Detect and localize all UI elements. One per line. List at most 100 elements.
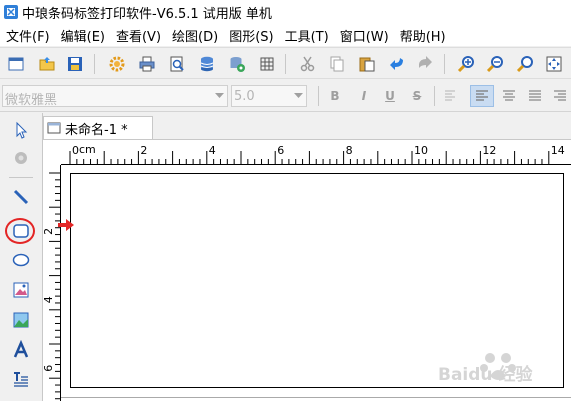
toolbar-divider [318,86,319,106]
printer-icon [139,56,155,72]
menu-window[interactable]: 窗口(W) [334,26,394,45]
print-preview-icon [170,56,184,72]
app-logo-icon [4,5,18,19]
menu-tools[interactable]: 工具(T) [279,26,334,45]
rich-text-icon [14,372,28,387]
print-button[interactable] [136,53,158,75]
undo-icon [390,58,403,70]
align-justify-icon [529,90,541,101]
horizontal-ruler-scale: 0 2 4 6 8 10 12 14 [61,144,571,165]
zoom-out-button[interactable] [484,53,506,75]
ruler-corner [43,143,61,165]
text-a-icon [13,340,29,358]
menu-shape[interactable]: 图形(S) [223,26,278,45]
line-tool[interactable] [9,185,33,209]
grid-icon [260,57,274,71]
underline-button[interactable]: U [381,87,399,105]
text-direction-button[interactable] [441,87,459,105]
menu-file[interactable]: 文件(F) [0,26,55,45]
text-tool[interactable] [9,338,33,362]
ruler-label: 4 [43,296,55,303]
font-family-select[interactable]: 微软雅黑 [2,85,228,108]
pointer-icon [16,121,28,139]
red-arrow-icon [58,219,74,231]
rich-text-tool[interactable] [9,367,33,391]
ruler-label: 6 [43,365,55,372]
fit-page-button[interactable] [543,53,565,75]
database-button[interactable] [196,53,218,75]
ruler-label: 6 [277,144,284,157]
ellipse-icon [12,253,30,267]
cut-button[interactable] [297,53,319,75]
align-right-button[interactable] [551,87,569,105]
zoom-in-button[interactable] [455,53,477,75]
tool-palette [0,113,42,401]
ruler-label: 14 [551,144,565,157]
text-direction-icon [445,90,455,101]
zoom-out-icon [486,56,503,73]
tab-document[interactable]: 未命名-1 * [43,116,153,139]
ruler-label: 4 [209,144,216,157]
font-family-value: 微软雅黑 [5,93,58,108]
data-settings-button[interactable] [226,53,248,75]
open-button[interactable] [36,53,58,75]
tab-document-label: 未命名-1 * [65,122,128,138]
scissors-icon [300,56,315,72]
ruler-label: 0 [72,144,79,157]
align-justify-button[interactable] [526,87,544,105]
font-size-select[interactable]: 5.0 [231,85,307,107]
save-button[interactable] [64,53,86,75]
strikethrough-button[interactable]: S [408,87,426,105]
grid-button[interactable] [256,53,278,75]
gear-icon [109,56,125,72]
zoom-in-icon [457,56,474,73]
new-document-button[interactable] [5,53,27,75]
vertical-ruler-scale: 2 4 6 [42,165,61,401]
ruler-label: 8 [346,144,353,157]
ruler-unit: cm [79,143,96,156]
align-left-button[interactable] [470,85,494,107]
ruler-label: 10 [414,144,428,157]
menu-edit[interactable]: 编辑(E) [55,26,110,45]
menu-view[interactable]: 查看(V) [110,26,166,45]
app-window: 中琅条码标签打印软件-V6.5.1 试用版 单机 文件(F) 编辑(E) 查看(… [0,0,571,401]
chevron-down-icon[interactable] [211,86,227,106]
toolbar-divider [444,54,445,74]
menu-help[interactable]: 帮助(H) [394,26,451,45]
copy-button[interactable] [326,53,348,75]
copy-icon [330,56,344,72]
image-tool[interactable] [9,278,33,302]
menu-draw[interactable]: 绘图(D) [166,26,223,45]
chevron-down-icon[interactable] [290,86,306,106]
database-gear-icon [230,57,245,72]
main-toolbar [0,47,571,79]
document-window-icon [47,122,61,134]
select-tool[interactable] [9,118,33,142]
ellipse-tool[interactable] [9,248,33,272]
paste-icon [359,57,375,72]
settings-button[interactable] [106,53,128,75]
horizontal-ruler: 0 2 4 6 8 10 12 14 cm [61,143,571,165]
title-bar: 中琅条码标签打印软件-V6.5.1 试用版 单机 [0,0,571,24]
paste-button[interactable] [356,53,378,75]
landscape-icon [13,312,29,328]
italic-button[interactable]: I [355,87,373,105]
redo-icon [419,56,432,68]
align-center-icon [503,90,515,101]
bold-button[interactable]: B [326,87,344,105]
print-preview-button[interactable] [166,53,188,75]
rotate-tool[interactable] [9,146,33,170]
landscape-image-tool[interactable] [9,308,33,332]
undo-button[interactable] [386,53,408,75]
database-icon [200,56,214,72]
open-folder-icon [39,57,55,71]
zoom-button[interactable] [514,53,536,75]
menu-bar: 文件(F) 编辑(E) 查看(V) 绘图(D) 图形(S) 工具(T) 窗口(W… [0,24,571,46]
new-window-icon [8,57,24,71]
fit-page-icon [546,56,562,72]
align-left-icon [476,90,488,101]
toolbar-divider [285,54,286,74]
align-center-button[interactable] [500,87,518,105]
redo-button[interactable] [414,53,436,75]
rotate-icon [15,152,27,164]
